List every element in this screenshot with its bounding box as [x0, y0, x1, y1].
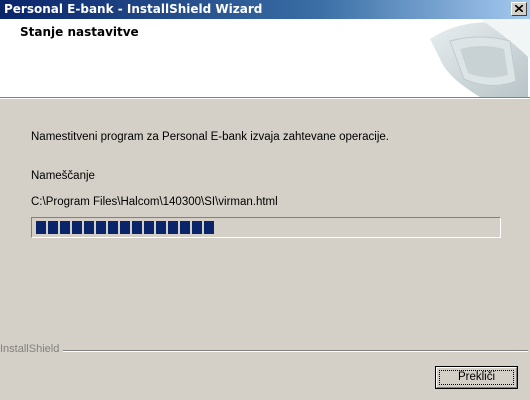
cancel-button-label: Prekliči: [457, 371, 496, 383]
close-button[interactable]: [511, 2, 527, 16]
progress-block: [192, 221, 202, 234]
progress-block: [36, 221, 46, 234]
title-bar[interactable]: Personal E-bank - InstallShield Wizard: [0, 0, 530, 19]
window-title: Personal E-bank - InstallShield Wizard: [4, 2, 263, 16]
header-panel: Stanje nastavitve: [0, 19, 530, 98]
progress-block: [84, 221, 94, 234]
progress-block: [204, 221, 214, 234]
installshield-brand: InstallShield: [0, 343, 64, 355]
progress-fill: [36, 221, 496, 234]
page-title: Stanje nastavitve: [20, 25, 139, 39]
footer-divider: [40, 350, 528, 352]
progress-block: [96, 221, 106, 234]
progress-block: [144, 221, 154, 234]
computer-wizard-graphic: [430, 19, 530, 97]
progress-block: [120, 221, 130, 234]
progress-block: [108, 221, 118, 234]
cancel-button[interactable]: Prekliči: [435, 366, 518, 389]
progress-block: [60, 221, 70, 234]
progress-block: [168, 221, 178, 234]
progress-block: [180, 221, 190, 234]
header-separator: [0, 98, 530, 99]
progress-block: [48, 221, 58, 234]
description-text: Namestitveni program za Personal E-bank …: [31, 131, 389, 143]
current-file-path: C:\Program Files\Halcom\140300\SI\virman…: [31, 196, 278, 208]
status-label: Nameščanje: [31, 170, 95, 182]
progress-block: [132, 221, 142, 234]
progress-bar: [31, 217, 501, 238]
progress-block: [72, 221, 82, 234]
close-icon: [515, 5, 523, 12]
installshield-window: Personal E-bank - InstallShield Wizard S…: [0, 0, 530, 400]
progress-block: [156, 221, 166, 234]
